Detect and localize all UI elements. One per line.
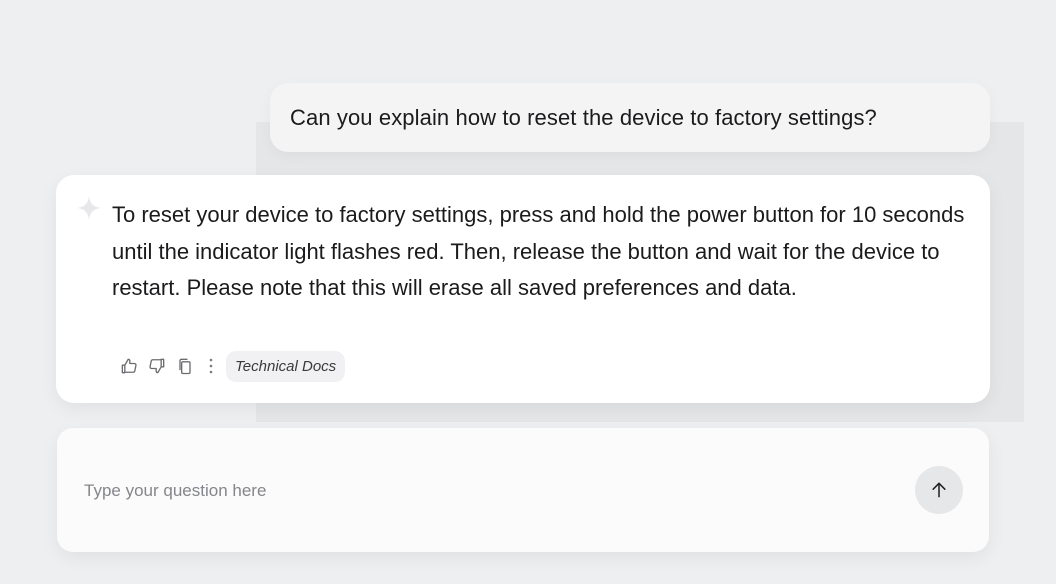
- source-tag[interactable]: Technical Docs: [226, 350, 346, 382]
- copy-icon[interactable]: [174, 355, 196, 377]
- send-button[interactable]: [915, 466, 963, 514]
- sparkle-icon: [77, 196, 101, 220]
- chat-window: Can you explain how to reset the device …: [0, 0, 1056, 584]
- message-composer: [57, 428, 989, 552]
- assistant-message-text: To reset your device to factory settings…: [112, 202, 965, 300]
- user-message-text: Can you explain how to reset the device …: [290, 104, 877, 130]
- arrow-up-icon: [932, 482, 946, 498]
- thumbs-up-icon[interactable]: [118, 355, 140, 377]
- more-vertical-icon[interactable]: [204, 355, 218, 377]
- assistant-message: To reset your device to factory settings…: [56, 175, 990, 403]
- user-message: Can you explain how to reset the device …: [270, 83, 990, 152]
- thumbs-down-icon[interactable]: [146, 355, 168, 377]
- question-input[interactable]: [82, 472, 866, 510]
- message-actions: Technical Docs: [118, 350, 346, 382]
